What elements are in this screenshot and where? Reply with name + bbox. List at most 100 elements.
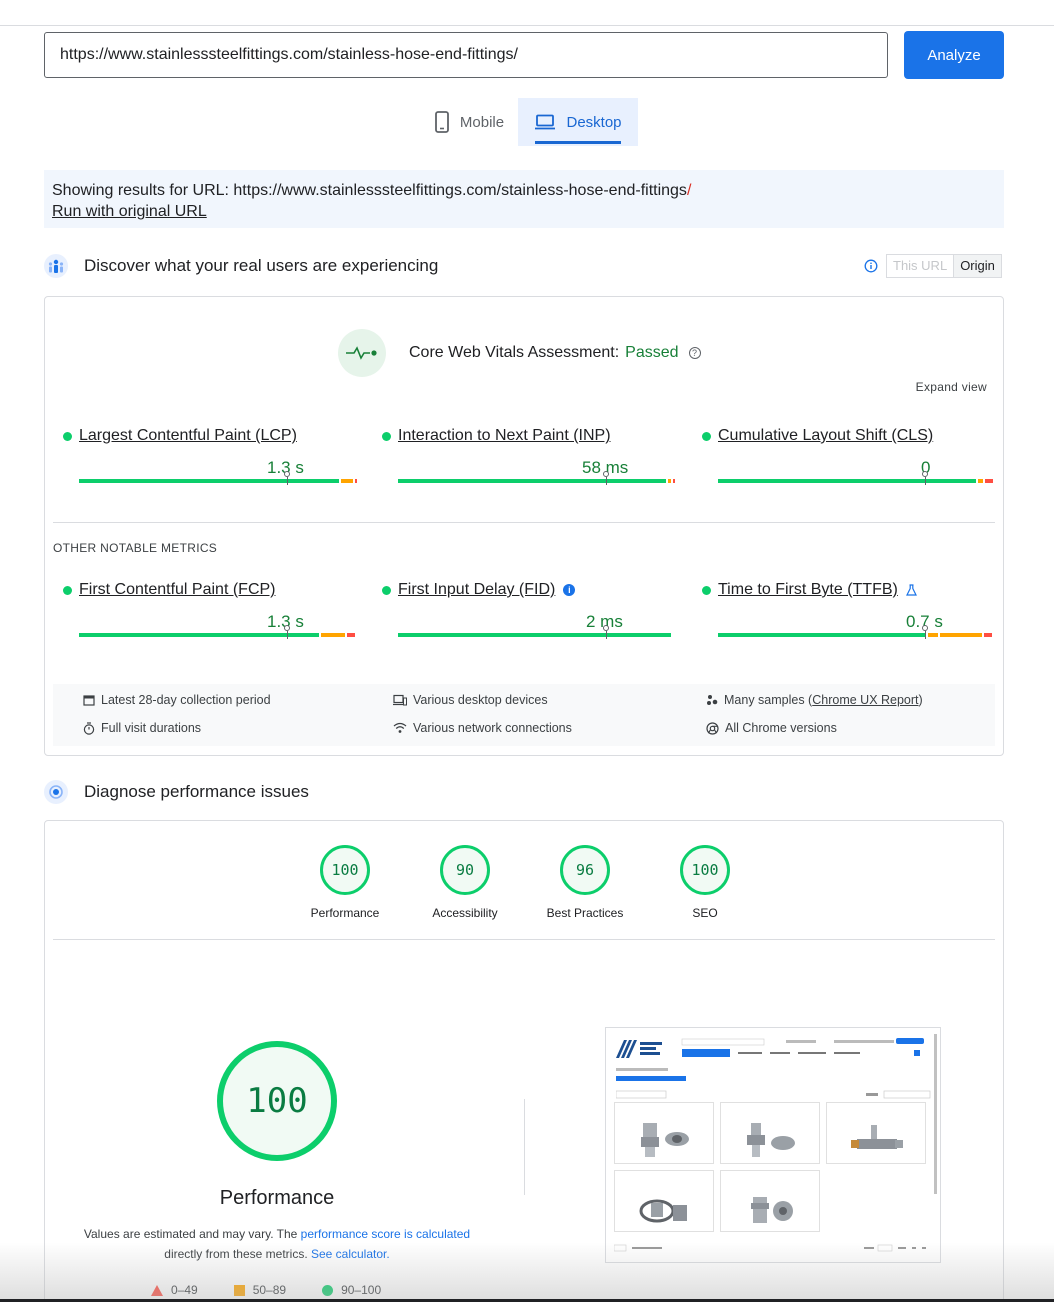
product-tile — [614, 1170, 714, 1232]
score-gauge-performance-label: Performance — [310, 906, 380, 920]
metric-lcp-link[interactable]: Largest Contentful Paint (LCP) — [79, 427, 297, 445]
footer-period: Latest 28-day collection period — [83, 693, 271, 707]
legend-average-range: 50–89 — [252, 1283, 287, 1297]
performance-score-link[interactable]: performance score is calculated — [301, 1227, 470, 1241]
laptop-icon — [535, 114, 556, 130]
footer-samples-prefix: Many samples ( — [724, 693, 813, 707]
metric-lcp-name-row: Largest Contentful Paint (LCP) — [63, 427, 297, 445]
legend-good-range: 90–100 — [341, 1283, 382, 1297]
mobile-phone-icon — [435, 111, 449, 133]
metric-inp-distribution — [398, 479, 675, 483]
site-breadcrumb-image — [616, 1068, 686, 1081]
pulse-icon — [346, 346, 377, 360]
good-dot-icon — [702, 431, 711, 441]
fitting-product-image — [751, 1197, 793, 1223]
fitting-product-image — [747, 1123, 795, 1157]
device-tabs: Mobile Desktop — [0, 98, 1054, 146]
footer-versions-text: All Chrome versions — [725, 721, 837, 735]
square-icon — [233, 1284, 245, 1296]
legend-good: 90–100 — [322, 1283, 381, 1297]
product-tile — [826, 1102, 926, 1164]
lab-data-header: Diagnose performance issues — [44, 779, 309, 805]
score-gauge-best-practices[interactable]: 96 Best Practices — [535, 845, 635, 920]
score-legend: 0–49 50–89 90–100 — [151, 1283, 381, 1297]
metric-fcp-link[interactable]: First Contentful Paint (FCP) — [79, 581, 276, 599]
expand-view-button[interactable]: Expand view — [916, 380, 987, 394]
see-calculator-link[interactable]: See calculator. — [311, 1247, 390, 1261]
samples-dots-icon — [707, 695, 718, 705]
thumbnail-scrollbar[interactable] — [934, 1034, 937, 1194]
metric-fid-distribution — [398, 633, 671, 637]
url-input[interactable] — [44, 32, 888, 78]
fitting-product-image — [641, 1123, 689, 1157]
metric-ttfb-distribution — [718, 633, 992, 637]
other-metrics-label: OTHER NOTABLE METRICS — [53, 541, 218, 555]
cwv-assessment-result: Passed — [625, 344, 679, 361]
cwv-badge — [338, 329, 386, 377]
metric-lcp-distribution — [79, 479, 357, 483]
good-dot-icon — [382, 431, 391, 441]
footer-durations: Full visit durations — [83, 721, 201, 735]
metric-ttfb-marker-stem — [925, 631, 926, 639]
score-gauge-performance[interactable]: 100 Performance — [295, 845, 395, 920]
triangle-icon — [151, 1284, 163, 1296]
origin-toggle[interactable]: Origin — [953, 255, 1001, 277]
score-gauge-seo[interactable]: 100 SEO — [655, 845, 755, 920]
score-gauge-performance-ring: 100 — [320, 845, 370, 895]
field-data-title: Discover what your real users are experi… — [84, 256, 439, 275]
footer-devices-text: Various desktop devices — [413, 693, 548, 707]
site-nav-image — [682, 1049, 920, 1057]
metric-ttfb-link[interactable]: Time to First Byte (TTFB) — [718, 581, 898, 599]
good-dot-icon — [63, 431, 72, 441]
this-url-toggle[interactable]: This URL — [887, 255, 953, 277]
url-origin-toggle: This URL Origin — [864, 254, 1002, 278]
footer-network: Various network connections — [393, 721, 572, 735]
info-icon[interactable] — [864, 259, 878, 273]
analyze-button[interactable]: Analyze — [904, 31, 1004, 79]
notice-line: Showing results for URL: https://www.sta… — [52, 180, 996, 201]
users-icon — [44, 254, 68, 278]
product-tile — [614, 1102, 714, 1164]
active-tab-indicator — [535, 141, 621, 144]
tab-desktop-label: Desktop — [566, 113, 622, 131]
metric-fcp-distribution — [79, 633, 355, 637]
stopwatch-icon — [83, 721, 95, 735]
footer-samples-suffix: ) — [918, 693, 923, 707]
metric-lcp-marker-stem — [287, 477, 288, 485]
vertical-separator — [524, 1099, 525, 1195]
footer-samples: Many samples (Chrome UX Report) — [706, 693, 923, 707]
lab-data-title: Diagnose performance issues — [84, 782, 309, 801]
metric-cls-link[interactable]: Cumulative Layout Shift (CLS) — [718, 427, 933, 445]
diagnose-target-icon — [44, 780, 68, 804]
metric-inp-marker-stem — [606, 477, 607, 485]
top-divider — [0, 25, 1054, 26]
experimental-flask-icon — [905, 584, 917, 596]
field-data-footer: Latest 28-day collection period Various … — [53, 684, 995, 746]
metric-inp: Interaction to Next Paint (INP) 58 ms — [382, 427, 676, 497]
run-original-url-link[interactable]: Run with original URL — [52, 203, 207, 220]
score-gauge-seo-label: SEO — [692, 906, 718, 920]
metric-fid-link[interactable]: First Input Delay (FID) — [398, 581, 555, 599]
score-gauge-accessibility[interactable]: 90 Accessibility — [415, 845, 515, 920]
tab-mobile[interactable]: Mobile — [420, 98, 518, 146]
performance-big-gauge: 100 — [217, 1041, 337, 1161]
tab-desktop[interactable]: Desktop — [518, 98, 638, 146]
metric-inp-name-row: Interaction to Next Paint (INP) — [382, 427, 611, 445]
metric-fcp: First Contentful Paint (FCP) 1.3 s — [63, 581, 357, 651]
page-screenshot-thumbnail[interactable] — [605, 1027, 941, 1263]
tab-mobile-label: Mobile — [459, 113, 505, 131]
metric-cls: Cumulative Layout Shift (CLS) 0 — [702, 427, 996, 497]
metric-fcp-marker-stem — [287, 631, 288, 639]
notice-url: https://www.stainlesssteelfittings.com/s… — [233, 182, 687, 199]
site-filter-image — [616, 1090, 931, 1099]
footer-samples-text: Many samples (Chrome UX Report) — [724, 693, 923, 707]
metric-inp-link[interactable]: Interaction to Next Paint (INP) — [398, 427, 611, 445]
help-icon[interactable]: ? — [688, 347, 701, 359]
score-gauge-accessibility-ring: 90 — [440, 845, 490, 895]
legend-average: 50–89 — [233, 1283, 287, 1297]
score-gauge-accessibility-label: Accessibility — [432, 906, 498, 920]
info-icon[interactable]: i — [563, 584, 576, 596]
chrome-ux-report-link[interactable]: Chrome UX Report — [812, 693, 918, 707]
scope-segmented-control: This URL Origin — [886, 254, 1002, 278]
fitting-product-image — [639, 1199, 687, 1223]
